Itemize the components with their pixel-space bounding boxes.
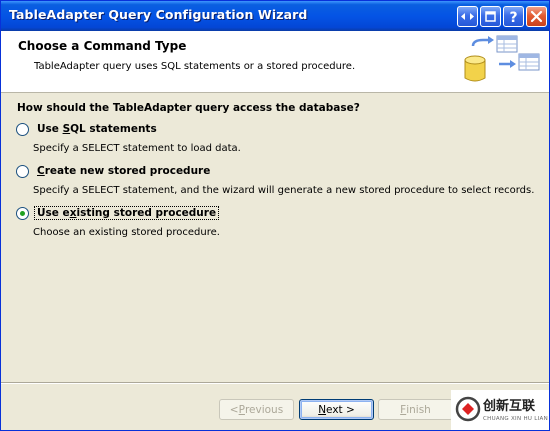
database-tables-icon <box>464 35 540 82</box>
option-create-stored-procedure[interactable]: Create new stored procedure <box>16 163 212 179</box>
footer-divider <box>1 382 549 384</box>
wizard-window: TableAdapter Query Configuration Wizard … <box>0 0 550 431</box>
radio-existing-stored-procedure[interactable] <box>16 206 29 220</box>
radio-create-stored-procedure[interactable] <box>16 164 29 178</box>
help-icon: ? <box>509 10 517 26</box>
option-description: Choose an existing stored procedure. <box>33 227 220 238</box>
minimize-button[interactable] <box>480 6 501 27</box>
label-text: isting stored procedure <box>76 207 217 219</box>
button-text: ext > <box>326 403 355 416</box>
button-text: < <box>229 403 239 416</box>
label-text: Use e <box>37 207 70 219</box>
wizard-content: How should the TableAdapter query access… <box>1 93 549 383</box>
button-mnemonic: N <box>318 403 327 416</box>
next-button[interactable]: Next > <box>299 399 374 420</box>
close-button[interactable] <box>526 6 547 27</box>
watermark-name: 创新互联 <box>483 399 536 414</box>
label-text: reate new stored procedure <box>44 165 211 177</box>
option-sql-statements[interactable]: Use SQL statements <box>16 121 159 137</box>
question-label: How should the TableAdapter query access… <box>17 102 360 114</box>
option-description: Specify a SELECT statement, and the wiza… <box>33 185 535 196</box>
restore-button[interactable] <box>457 6 478 27</box>
option-label[interactable]: Use existing stored procedure <box>33 206 220 220</box>
restore-icon <box>461 13 474 20</box>
watermark-logo-icon <box>455 396 481 422</box>
minimize-icon <box>485 11 496 22</box>
radio-selected-dot <box>20 210 25 216</box>
option-label[interactable]: Use SQL statements <box>35 123 159 135</box>
watermark: 创新互联 CHUANG XIN HU LIAN <box>451 390 549 430</box>
previous-button[interactable]: < Previous <box>219 399 294 420</box>
label-mnemonic: C <box>37 165 45 177</box>
help-button[interactable]: ? <box>503 6 524 27</box>
option-description: Specify a SELECT statement to load data. <box>33 143 241 154</box>
finish-button[interactable]: Finish <box>378 399 453 420</box>
button-text: revious <box>244 403 284 416</box>
label-text: Use <box>37 123 63 135</box>
window-title: TableAdapter Query Configuration Wizard <box>9 7 308 22</box>
label-text: QL statements <box>70 123 157 135</box>
option-existing-stored-procedure[interactable]: Use existing stored procedure <box>16 205 220 221</box>
label-mnemonic: S <box>62 123 71 135</box>
watermark-tagline: CHUANG XIN HU LIAN <box>483 416 549 422</box>
button-text: inish <box>406 403 431 416</box>
svg-text:?: ? <box>509 10 517 26</box>
radio-sql-statements[interactable] <box>16 122 29 136</box>
wizard-header: Choose a Command Type TableAdapter query… <box>1 31 549 93</box>
page-subtitle: TableAdapter query uses SQL statements o… <box>34 61 356 72</box>
option-label[interactable]: Create new stored procedure <box>35 165 212 177</box>
title-bar[interactable]: TableAdapter Query Configuration Wizard … <box>1 1 549 31</box>
page-title: Choose a Command Type <box>18 39 187 53</box>
close-icon <box>530 10 543 23</box>
